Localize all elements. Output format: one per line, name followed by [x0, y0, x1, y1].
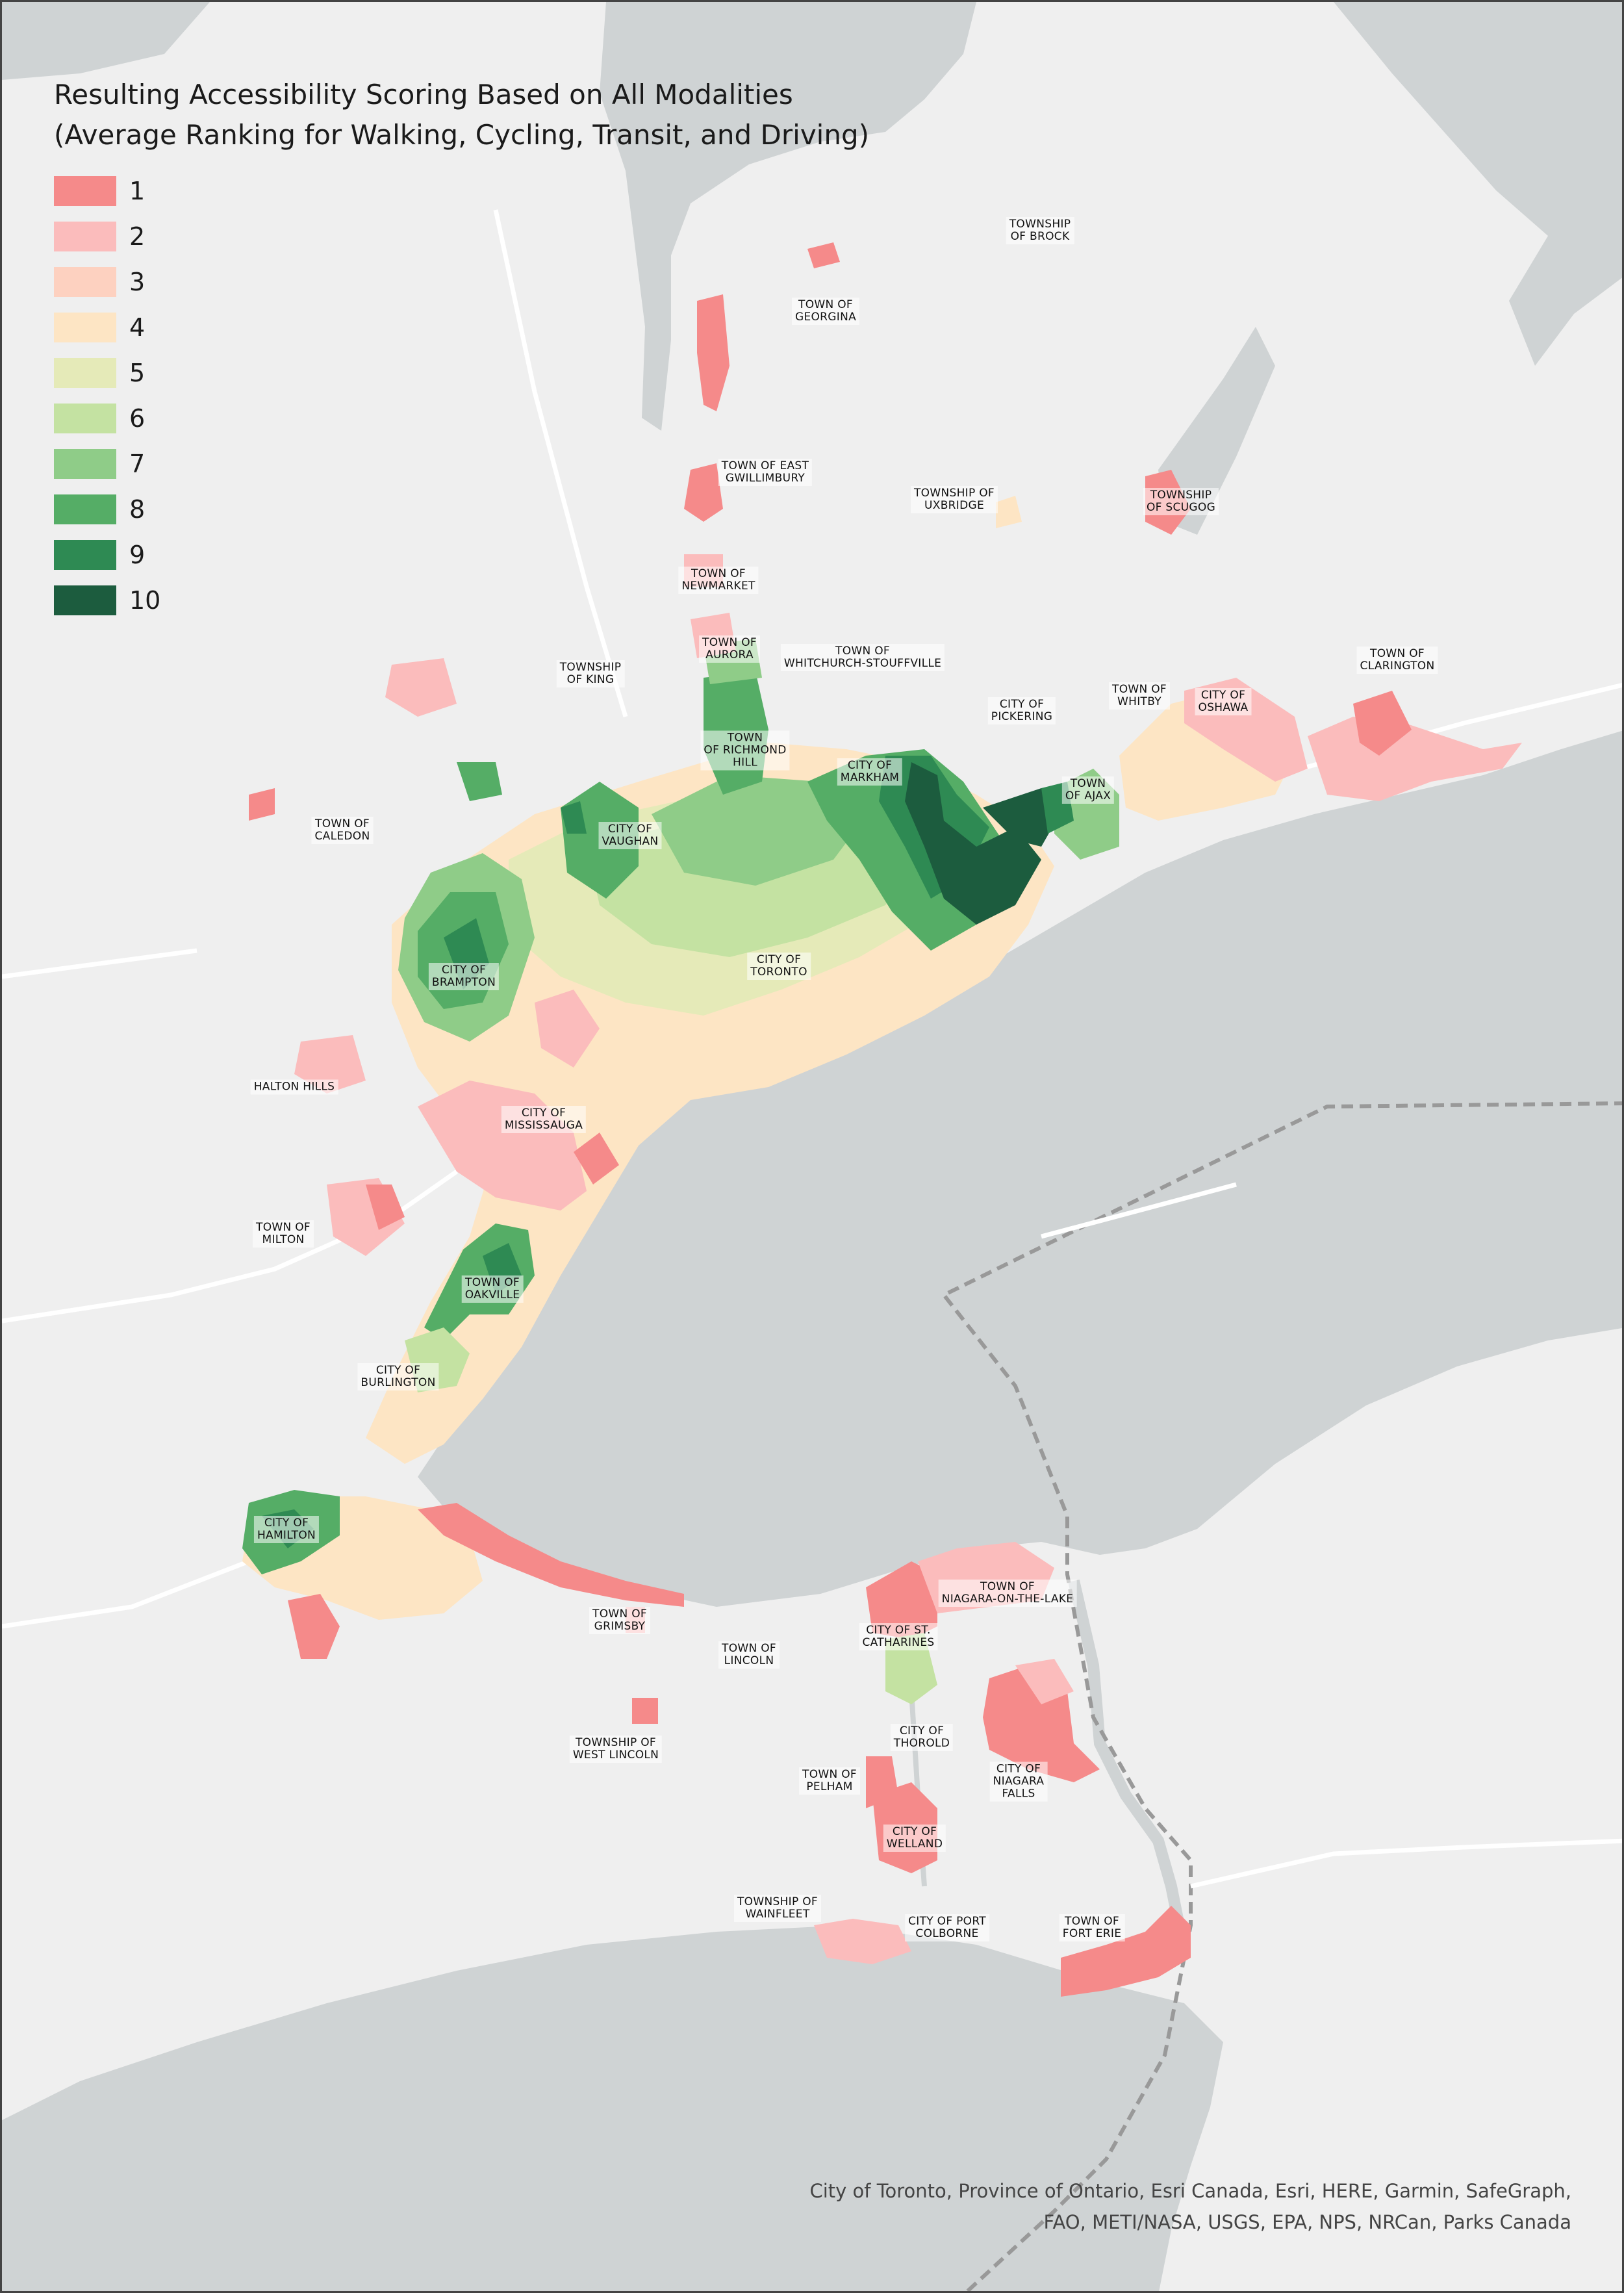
label-clarington: TOWN OF CLARINGTON: [1356, 647, 1438, 674]
label-hamilton: CITY OF HAMILTON: [253, 1516, 320, 1543]
legend-swatch: [54, 222, 116, 251]
legend-item: 8: [54, 487, 869, 532]
label-whitby: TOWN OF WHITBY: [1109, 682, 1170, 710]
legend-label: 9: [129, 541, 146, 569]
label-port-colborne: CITY OF PORT COLBORNE: [905, 1914, 989, 1941]
label-brock: TOWNSHIP OF BROCK: [1006, 217, 1074, 244]
legend-swatch: [54, 404, 116, 433]
legend-item: 3: [54, 259, 869, 305]
label-wainfleet: TOWNSHIP OF WAINFLEET: [734, 1895, 821, 1922]
legend-label: 1: [129, 177, 146, 205]
label-east-gwillimbury: TOWN OF EAST GWILLIMBURY: [718, 459, 813, 486]
legend-swatch: [54, 540, 116, 570]
label-st-catharines: CITY OF ST. CATHARINES: [859, 1623, 938, 1650]
legend-item: 2: [54, 214, 869, 259]
label-oakville: TOWN OF OAKVILLE: [461, 1275, 524, 1303]
legend-swatch: [54, 313, 116, 342]
label-mississauga: CITY OF MISSISSAUGA: [501, 1106, 587, 1133]
legend-item: 1: [54, 168, 869, 214]
label-fort-erie: TOWN OF FORT ERIE: [1059, 1914, 1125, 1941]
label-lincoln: TOWN OF LINCOLN: [718, 1641, 780, 1669]
legend-label: 3: [129, 268, 146, 296]
label-aurora: TOWN OF AURORA: [699, 635, 760, 663]
label-uxbridge: TOWNSHIP OF UXBRIDGE: [911, 486, 998, 513]
label-toronto: CITY OF TORONTO: [747, 953, 811, 980]
label-vaughan: CITY OF VAUGHAN: [598, 822, 662, 849]
label-welland: CITY OF WELLAND: [883, 1825, 946, 1852]
legend-swatch: [54, 358, 116, 388]
label-burlington: CITY OF BURLINGTON: [357, 1363, 439, 1390]
legend-label: 2: [129, 222, 146, 251]
label-grimsby: TOWN OF GRIMSBY: [589, 1607, 650, 1634]
label-newmarket: TOWN OF NEWMARKET: [678, 567, 759, 594]
legend-items: 1 2 3 4 5 6 7 8 9 10: [54, 168, 869, 623]
legend-label: 4: [129, 313, 146, 342]
label-west-lincoln: TOWNSHIP OF WEST LINCOLN: [569, 1736, 663, 1763]
legend-swatch: [54, 494, 116, 524]
legend-label: 8: [129, 495, 146, 524]
label-caledon: TOWN OF CALEDON: [311, 817, 374, 844]
label-oshawa: CITY OF OSHAWA: [1195, 688, 1252, 715]
label-niagara-falls: CITY OF NIAGARA FALLS: [989, 1761, 1048, 1802]
label-thorold: CITY OF THOROLD: [890, 1724, 954, 1751]
label-halton-hills: HALTON HILLS: [250, 1079, 338, 1095]
legend-label: 7: [129, 450, 146, 478]
legend-label: 5: [129, 359, 146, 387]
legend-swatch: [54, 449, 116, 479]
label-king: TOWNSHIP OF KING: [556, 660, 625, 687]
legend-swatch: [54, 267, 116, 297]
legend-label: 6: [129, 404, 146, 433]
legend-item: 6: [54, 396, 869, 441]
legend-label: 10: [129, 586, 161, 615]
legend-item: 4: [54, 305, 869, 350]
legend-swatch: [54, 176, 116, 206]
legend: Resulting Accessibility Scoring Based on…: [54, 75, 869, 623]
legend-item: 5: [54, 350, 869, 396]
label-pelham: TOWN OF PELHAM: [799, 1767, 860, 1795]
map-title: Resulting Accessibility Scoring Based on…: [54, 79, 870, 151]
label-milton: TOWN OF MILTON: [253, 1220, 314, 1248]
label-niagara-otl: TOWN OF NIAGARA-ON-THE-LAKE: [938, 1580, 1077, 1607]
label-scugog: TOWNSHIP OF SCUGOG: [1143, 488, 1219, 515]
label-whitchurch: TOWN OF WHITCHURCH-STOUFFVILLE: [780, 644, 945, 671]
legend-swatch: [54, 585, 116, 615]
label-markham: CITY OF MARKHAM: [837, 758, 903, 786]
label-georgina: TOWN OF GEORGINA: [791, 298, 860, 325]
label-brampton: CITY OF BRAMPTON: [428, 963, 500, 990]
map-canvas: Resulting Accessibility Scoring Based on…: [0, 0, 1624, 2293]
label-pickering: CITY OF PICKERING: [987, 697, 1056, 724]
label-richmond-hill: TOWN OF RICHMOND HILL: [700, 730, 790, 771]
attribution: City of Toronto, Province of Ontario, Es…: [809, 2180, 1572, 2233]
label-ajax: TOWN OF AJAX: [1061, 776, 1115, 804]
